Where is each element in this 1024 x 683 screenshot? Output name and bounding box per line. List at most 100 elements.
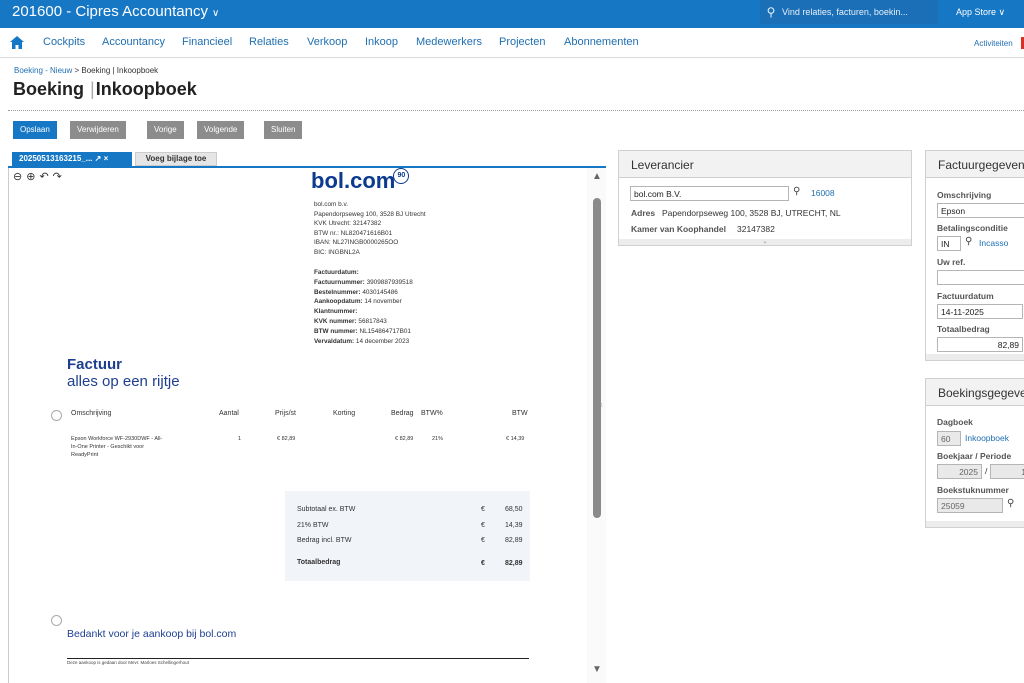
global-search[interactable]: ⚲ Vind relaties, facturen, boekin...	[760, 0, 938, 24]
breadcrumb-link[interactable]: Boeking - Nieuw	[14, 66, 72, 75]
meta-row: Aankoopdatum: 14 november	[314, 297, 413, 307]
journal-code-input: 60	[937, 431, 961, 446]
panel-collapse-handle[interactable]: ⌄	[619, 239, 911, 245]
splitter-handle-icon[interactable]: ‹	[600, 400, 603, 409]
meta-value: 56817843	[358, 317, 387, 325]
meta-row: BTW nummer: NL154864717B01	[314, 327, 413, 337]
search-icon[interactable]: ⚲	[793, 186, 800, 197]
your-ref-input[interactable]	[937, 270, 1024, 285]
activities-link[interactable]: Activiteiten	[974, 39, 1013, 48]
administration-switcher[interactable]: 201600 - Cipres Accountancy ∨	[12, 3, 219, 20]
scroll-up-icon[interactable]: ▲	[592, 171, 602, 182]
payment-terms-link[interactable]: Incasso	[979, 238, 1008, 248]
loading-icon	[51, 410, 62, 421]
subtotal-currency: €	[481, 506, 485, 513]
your-ref-label: Uw ref.	[937, 257, 966, 267]
bol-logo: bol.com 90	[311, 168, 410, 194]
address-line: KVK Utrecht: 32147382	[314, 220, 382, 227]
menu-accountancy[interactable]: Accountancy	[102, 36, 165, 48]
journal-link[interactable]: Inkoopboek	[965, 433, 1009, 443]
col-vat-pct: BTW%	[421, 410, 443, 417]
viewer-tools: ⊖⊕↶↷	[13, 170, 66, 183]
scroll-down-icon[interactable]: ▼	[592, 664, 602, 675]
zoom-out-icon[interactable]: ⊖	[13, 171, 26, 183]
home-icon[interactable]	[10, 36, 24, 49]
delete-button[interactable]: Verwijderen	[70, 121, 126, 139]
footer-divider	[67, 658, 529, 659]
supplier-panel: Leverancier bol.com B.V. ⚲ 16008 Adres P…	[618, 150, 912, 246]
scroll-thumb[interactable]	[593, 198, 601, 518]
col-vat: BTW	[512, 410, 528, 417]
meta-key: Klantnummer:	[314, 308, 358, 316]
supplier-number-link[interactable]: 16008	[811, 188, 835, 198]
open-external-icon[interactable]: ↗	[95, 154, 102, 163]
search-icon[interactable]: ⚲	[1007, 498, 1014, 509]
subtotal-label: Subtotaal ex. BTW	[297, 506, 356, 513]
previous-button[interactable]: Vorige	[147, 121, 184, 139]
meta-row: Vervaldatum: 14 december 2023	[314, 337, 413, 347]
search-input[interactable]: Vind relaties, facturen, boekin...	[782, 7, 908, 17]
address-line: Papendorpseweg 100, 3528 BJ Utrecht	[314, 210, 426, 218]
close-icon[interactable]: ×	[104, 154, 109, 163]
journal-label: Dagboek	[937, 417, 973, 427]
supplier-panel-header: Leverancier	[619, 151, 911, 178]
subtotal-value: 68,50	[505, 506, 523, 513]
meta-value: 3909887939518	[366, 278, 413, 286]
menu-financieel[interactable]: Financieel	[182, 36, 232, 48]
description-label: Omschrijving	[937, 190, 992, 200]
menu-medewerkers[interactable]: Medewerkers	[416, 36, 482, 48]
address-line: BTW nr.: NL820471616B01	[314, 229, 393, 237]
invoice-details-panel: Factuurgegevens Omschrijving Epson Betal…	[925, 150, 1024, 361]
document-viewer[interactable]: ⊖⊕↶↷ bol.com 90 bol.com b.v. Papendorpsew…	[8, 168, 606, 683]
menu-verkoop[interactable]: Verkoop	[307, 36, 347, 48]
payment-terms-code-input[interactable]: IN	[937, 236, 961, 251]
line-vat: € 14,39	[506, 436, 525, 442]
meta-value: 14 december 2023	[355, 337, 410, 345]
payment-terms-label: Betalingsconditie	[937, 223, 1008, 233]
page-title-main: Boeking	[13, 79, 85, 99]
title-separator: |	[90, 79, 95, 99]
total-amount-input[interactable]: 82,89	[937, 337, 1023, 352]
meta-key: Factuurdatum:	[314, 269, 359, 276]
breadcrumb: Boeking - Nieuw > Boeking | Inkoopboek	[14, 66, 158, 75]
menu-projecten[interactable]: Projecten	[499, 36, 545, 48]
app-store-menu[interactable]: App Store ∨	[956, 7, 1005, 18]
save-button[interactable]: Opslaan	[13, 121, 57, 139]
search-icon[interactable]: ⚲	[965, 236, 972, 247]
line-price: € 82,89	[277, 436, 296, 442]
rotate-left-icon[interactable]: ↶	[39, 171, 52, 183]
meta-row: KVK nummer: 56817843	[314, 317, 413, 327]
incl-value: 82,89	[505, 537, 523, 544]
panel-collapse-handle[interactable]	[926, 521, 1024, 527]
col-price: Prijs/st	[275, 410, 296, 417]
menu-relaties[interactable]: Relaties	[249, 36, 289, 48]
line-desc-part: ReadyPrint	[71, 452, 99, 458]
attachment-tab[interactable]: 20250513163215_... ↗ ×	[12, 152, 132, 166]
zoom-in-icon[interactable]: ⊕	[26, 171, 39, 183]
description-input[interactable]: Epson	[937, 203, 1024, 218]
panel-collapse-handle[interactable]	[926, 354, 1024, 360]
add-attachment-tab[interactable]: Voeg bijlage toe	[135, 152, 217, 166]
top-bar: 201600 - Cipres Accountancy ∨ ⚲ Vind rela…	[0, 0, 1024, 28]
main-menu: Cockpits Accountancy Financieel Relaties…	[0, 28, 1024, 58]
viewer-scrollbar[interactable]: ▲ ▼	[587, 168, 606, 683]
invoice-date-input[interactable]: 14-11-2025	[937, 304, 1023, 319]
thanks-text: Bedankt voor je aankoop bij bol.com	[67, 628, 237, 640]
menu-inkoop[interactable]: Inkoop	[365, 36, 398, 48]
close-button[interactable]: Sluiten	[264, 121, 303, 139]
line-desc-part: Epson Workforce WF-2930DWF - All-	[71, 436, 163, 442]
breadcrumb-current: > Boeking | Inkoopboek	[72, 66, 159, 75]
total-label: Totaalbedrag	[297, 559, 341, 566]
line-desc-part: In-One Printer - Geschikt voor	[71, 444, 145, 450]
supplier-name-input[interactable]: bol.com B.V.	[630, 186, 789, 201]
total-value: 82,89	[505, 560, 523, 567]
meta-row: Klantnummer:	[314, 307, 413, 317]
menu-abonnementen[interactable]: Abonnementen	[564, 36, 639, 48]
next-button[interactable]: Volgende	[197, 121, 245, 139]
rotate-right-icon[interactable]: ↷	[53, 171, 66, 183]
address-line: IBAN: NL27INGB0000265OO	[314, 239, 399, 246]
total-currency: €	[481, 560, 485, 567]
col-amount: Bedrag	[391, 410, 414, 417]
menu-cockpits[interactable]: Cockpits	[43, 36, 85, 48]
line-amount: € 82,89	[395, 436, 414, 442]
